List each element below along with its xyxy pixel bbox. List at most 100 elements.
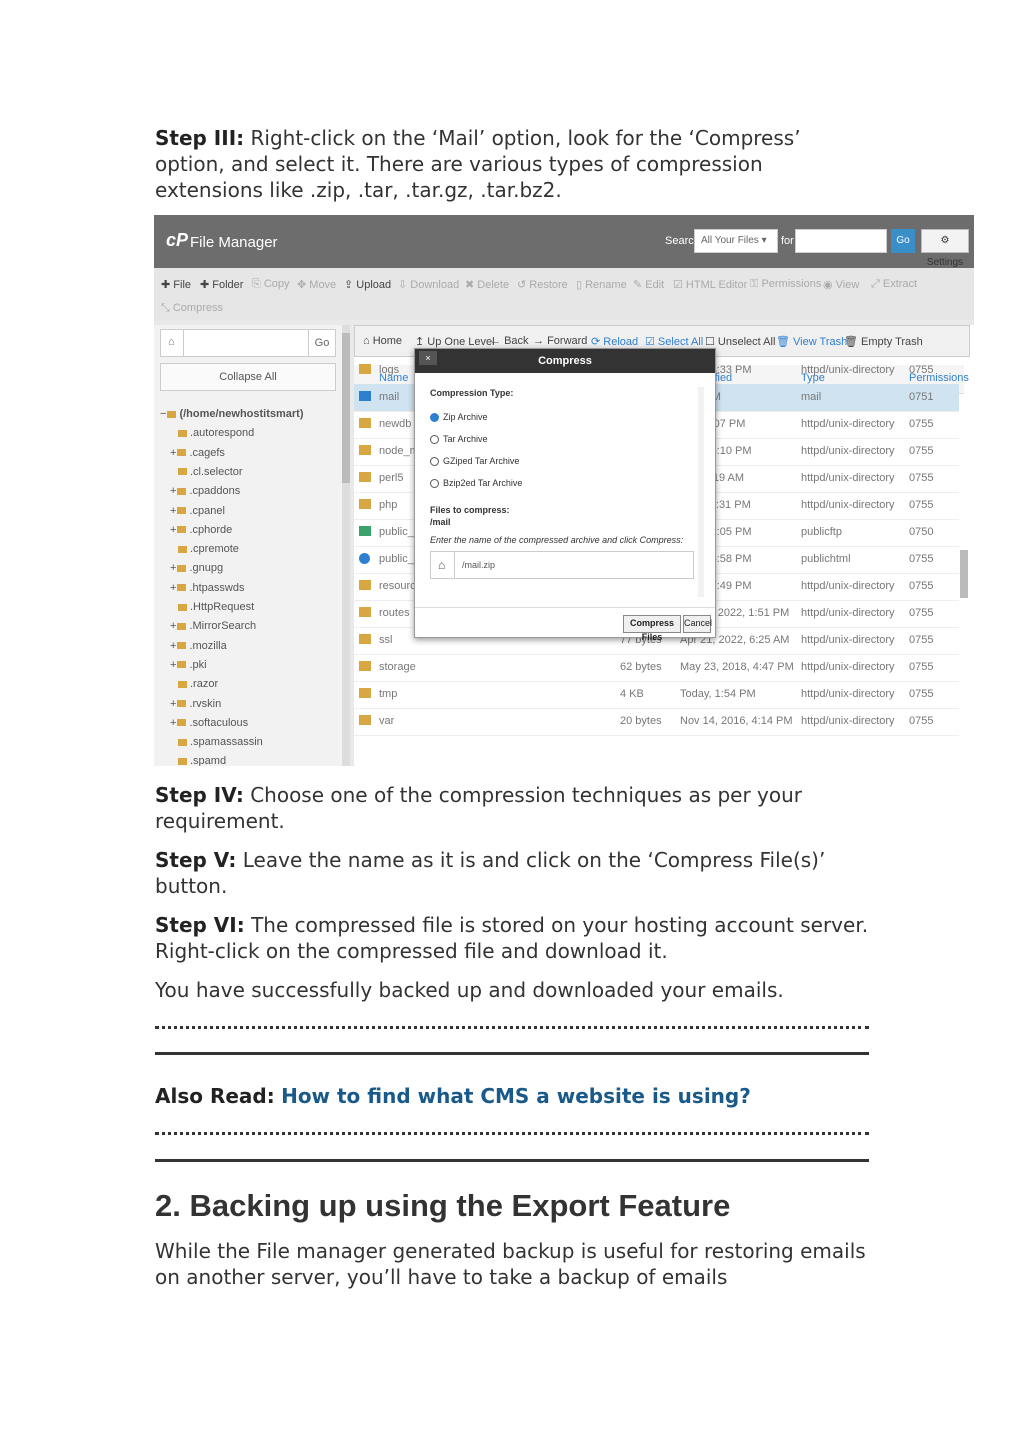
tree-folder[interactable]: .razor <box>178 678 218 690</box>
dialog-scrollbar[interactable] <box>698 387 704 597</box>
tree-folder[interactable]: .autorespond <box>178 427 254 439</box>
expand-icon[interactable]: + <box>170 562 176 574</box>
option-gzip[interactable]: GZiped Tar Archive <box>430 456 519 467</box>
settings-button[interactable]: ⚙ Settings <box>921 229 969 268</box>
toolbar-delete[interactable]: ✖ Delete <box>465 278 509 291</box>
tree-folder[interactable]: + .pki <box>170 659 207 671</box>
dialog-close-button[interactable]: × <box>419 351 437 365</box>
tree-folder[interactable]: + .MirrorSearch <box>170 620 256 632</box>
table-row[interactable]: var 20 bytes Nov 14, 2016, 4:14 PM httpd/un… <box>354 708 959 736</box>
search-go-button[interactable]: Go <box>891 229 915 253</box>
nav-forward[interactable]: → Forward <box>533 335 587 347</box>
tree-folder[interactable]: .spamd <box>178 755 226 766</box>
tree-folder-label: .spamassassin <box>190 736 263 749</box>
nav-reload[interactable]: ⟳ Reload <box>591 335 638 348</box>
section-2-text: While the File manager generated backup … <box>155 1239 866 1289</box>
toolbar-extract[interactable]: ⤢ Extract <box>871 278 917 291</box>
path-go-button[interactable]: Go <box>308 330 335 356</box>
toolbar-restore[interactable]: ↺ Restore <box>517 278 568 291</box>
also-read-link[interactable]: How to find what CMS a website is using? <box>281 1084 751 1108</box>
folder-icon <box>177 584 187 592</box>
toolbar-html-editor[interactable]: ☑ HTML Editor <box>673 278 747 291</box>
expand-icon[interactable]: + <box>170 717 176 729</box>
expand-icon[interactable]: + <box>170 524 176 536</box>
folder-icon <box>177 487 187 495</box>
toolbar-folder[interactable]: ✚ Folder <box>200 278 243 291</box>
tree-folder-label: .pki <box>189 658 207 671</box>
nav-empty-trash[interactable]: 🗑 Empty Trash <box>844 335 923 348</box>
tree-folder[interactable]: + .cpaddons <box>170 485 240 497</box>
toolbar-view[interactable]: ◉ View <box>823 278 859 291</box>
expand-icon[interactable]: + <box>170 698 176 710</box>
tree-folder[interactable]: + .softaculous <box>170 717 248 729</box>
step-4-text: Choose one of the compression techniques… <box>155 783 803 833</box>
toolbar-edit[interactable]: ✎ Edit <box>633 278 664 291</box>
dotted-divider <box>155 1026 869 1029</box>
cell-name: var <box>379 715 395 727</box>
collapse-icon[interactable]: − <box>160 408 166 420</box>
toolbar-permissions[interactable]: ⚿ Permissions <box>750 278 821 291</box>
expand-icon[interactable]: + <box>170 505 176 517</box>
tree-scrollbar[interactable] <box>342 325 350 766</box>
expand-icon[interactable]: + <box>170 659 176 671</box>
divider <box>155 1159 869 1162</box>
expand-icon[interactable]: + <box>170 582 176 594</box>
archive-name-input[interactable]: ⌂ /mail.zip <box>430 551 694 579</box>
tree-folder[interactable]: + .mozilla <box>170 640 227 652</box>
collapse-all-button[interactable]: Collapse All <box>160 363 336 391</box>
tree-folder[interactable]: .spamassassin <box>178 736 263 748</box>
fm-title: File Manager <box>190 234 278 251</box>
tree-folder[interactable]: .cpremote <box>178 543 239 555</box>
search-scope-select[interactable]: All Your Files ▾ <box>694 229 778 253</box>
success-text: You have successfully backed up and down… <box>155 978 784 1002</box>
expand-icon[interactable]: + <box>170 640 176 652</box>
tree-root[interactable]: − (/home/newhostitsmart) <box>160 408 304 420</box>
tree-folder[interactable]: + .rvskin <box>170 698 221 710</box>
nav-unselect-all[interactable]: ☐ Unselect All <box>705 335 775 348</box>
tree-folder[interactable]: .HttpRequest <box>178 601 254 613</box>
option-bzip2[interactable]: Bzip2ed Tar Archive <box>430 478 522 489</box>
file-list-scrollbar[interactable] <box>960 550 968 598</box>
toolbar-copy[interactable]: ⎘ Copy <box>252 278 290 291</box>
nav-up-one-level[interactable]: ↥ Up One Level <box>415 335 495 348</box>
path-input[interactable]: ⌂ Go <box>160 329 336 357</box>
folder-icon <box>178 468 187 476</box>
option-tar[interactable]: Tar Archive <box>430 434 488 445</box>
radio-icon <box>430 457 439 467</box>
compress-files-button[interactable]: Compress Files <box>623 615 681 642</box>
tree-folder-label: .htpasswds <box>189 581 245 594</box>
toolbar-compress[interactable]: ⤡ Compress <box>161 302 223 315</box>
tree-folder[interactable]: .cl.selector <box>178 466 243 478</box>
nav-home[interactable]: ⌂ Home <box>363 335 402 347</box>
tree-folder[interactable]: + .cphorde <box>170 524 232 536</box>
folder-icon <box>359 634 371 644</box>
files-to-compress-label: Files to compress: <box>430 505 510 515</box>
tree-folder[interactable]: + .htpasswds <box>170 582 244 594</box>
tree-folder[interactable]: + .cagefs <box>170 447 225 459</box>
search-input[interactable] <box>795 229 887 253</box>
toolbar-move[interactable]: ✥ Move <box>297 278 336 291</box>
tree-folder-label: .cphorde <box>189 523 233 536</box>
tree-folder[interactable]: + .gnupg <box>170 562 223 574</box>
table-row[interactable]: tmp 4 KB Today, 1:54 PM httpd/unix-director… <box>354 681 959 709</box>
tree-folder[interactable]: + .cpanel <box>170 505 225 517</box>
cell-perm: 0755 <box>909 580 934 592</box>
home-icon: ⌂ <box>438 558 446 572</box>
cancel-button[interactable]: Cancel <box>683 615 712 633</box>
toolbar-rename[interactable]: ▯ Rename <box>576 278 627 291</box>
nav-view-trash[interactable]: 🗑 View Trash <box>776 335 847 348</box>
tree-folder-label: .HttpRequest <box>190 601 255 613</box>
home-icon: ⌂ <box>168 336 175 348</box>
expand-icon[interactable]: + <box>170 485 176 497</box>
nav-select-all[interactable]: ☑ Select All <box>645 335 703 348</box>
toolbar-download[interactable]: ⇩ Download <box>398 278 459 291</box>
option-zip[interactable]: Zip Archive <box>430 412 488 423</box>
expand-icon[interactable]: + <box>170 620 176 632</box>
nav-back[interactable]: ← Back <box>490 335 529 347</box>
toolbar-file[interactable]: ✚ File <box>161 278 191 291</box>
table-row[interactable]: storage 62 bytes May 23, 2018, 4:47 PM http… <box>354 654 959 682</box>
cell-name: perl5 <box>379 472 404 484</box>
expand-icon[interactable]: + <box>170 447 176 459</box>
toolbar-upload[interactable]: ⇪ Upload <box>344 278 391 291</box>
cell-type: httpd/unix-directory <box>801 499 895 511</box>
